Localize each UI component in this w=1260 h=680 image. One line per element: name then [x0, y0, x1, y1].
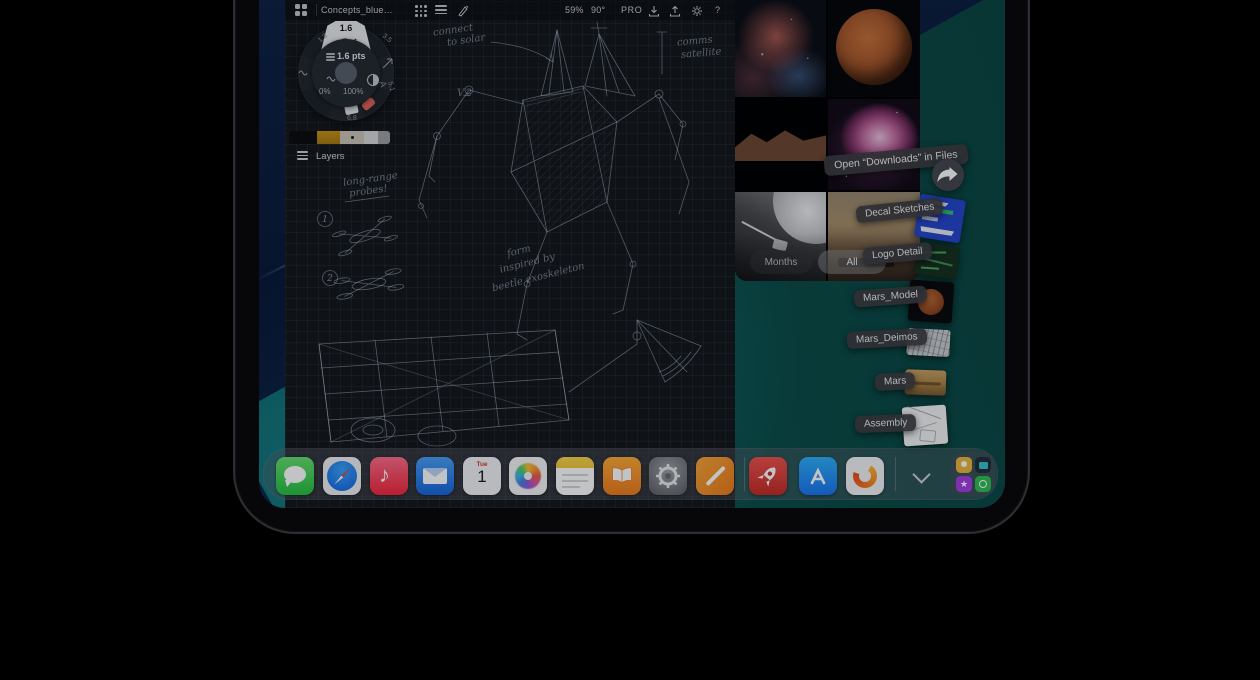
- decal-text-bar-4: [920, 226, 954, 236]
- segment-months-label: Months: [765, 257, 798, 268]
- photos-flower-center: [524, 472, 532, 480]
- swatch-gold[interactable]: [317, 131, 340, 144]
- dock-icon-safari[interactable]: [323, 457, 361, 495]
- selected-swatch-dot: [351, 136, 354, 139]
- segment-all-label: All: [846, 257, 857, 268]
- layers-title: Layers: [316, 151, 345, 162]
- dock-icon-settings[interactable]: [649, 457, 687, 495]
- notes-line-1: [562, 474, 588, 476]
- dock-icon-books[interactable]: [603, 457, 641, 495]
- messages-bubble-tail: [285, 480, 293, 487]
- color-palette-bar[interactable]: [289, 131, 390, 144]
- dock-icon-calendar[interactable]: Tue 1: [463, 457, 501, 495]
- rocket-glyph: [754, 462, 782, 490]
- tool-size-filled[interactable]: 6.8: [347, 115, 357, 122]
- dock-app-library-tile[interactable]: ★: [951, 452, 995, 496]
- dock-icon-rocket[interactable]: [749, 457, 787, 495]
- dock-icon-photos[interactable]: [509, 457, 547, 495]
- layers-panel-header[interactable]: Layers: [297, 151, 345, 162]
- concepts-pen-glyph: [705, 466, 725, 486]
- selected-tool-size: 1.6: [320, 23, 372, 33]
- selection-arrow-icon[interactable]: [382, 57, 394, 69]
- mars-planet-disc: [836, 9, 912, 85]
- logo-scribble-3: [921, 266, 939, 269]
- stroke-width-icon: [326, 53, 335, 62]
- dock-chevron-down-icon[interactable]: [912, 465, 930, 483]
- dock-icon-mail[interactable]: [416, 457, 454, 495]
- dock-icon-music[interactable]: ♪: [370, 457, 408, 495]
- swatch-black[interactable]: [289, 131, 317, 144]
- mail-flap: [423, 468, 447, 477]
- photos-app-window: Months All: [735, 0, 920, 281]
- dock: ♪ Tue 1: [263, 448, 998, 500]
- app-library-star-icon: ★: [956, 476, 972, 492]
- forward-arrow-icon: [932, 159, 964, 191]
- music-note-glyph: ♪: [379, 462, 390, 488]
- stroke-width-value[interactable]: 1.6 pts: [337, 51, 366, 61]
- dock-icon-app-store[interactable]: [799, 457, 837, 495]
- photo-horsehead-nebula[interactable]: [735, 0, 826, 97]
- ipad-screen: 1 2 connect to solar comms satellite V.2…: [259, 0, 1005, 508]
- dock-divider-1: [744, 457, 745, 491]
- dock-icon-concepts[interactable]: [696, 457, 734, 495]
- concepts-app-window: 1 2 connect to solar comms satellite V.2…: [285, 0, 735, 508]
- sketch-marker-1: 1: [322, 215, 328, 225]
- layers-menu-icon: [297, 151, 308, 162]
- segment-months[interactable]: Months: [750, 250, 812, 274]
- share-forward-button[interactable]: [932, 159, 964, 191]
- app-library-podcast-icon: [975, 476, 991, 492]
- app-library-tips-icon: [956, 457, 972, 473]
- tool-wheel-knob[interactable]: [335, 62, 357, 84]
- assembly-sketch-box: [919, 429, 936, 443]
- settings-gear-glyph: [654, 462, 682, 490]
- notes-line-2: [562, 480, 588, 482]
- photo-mars-surface[interactable]: [735, 99, 826, 190]
- swatch-light-gray[interactable]: [364, 131, 378, 144]
- photo-orion-nebula[interactable]: [828, 99, 920, 190]
- notes-line-3: [562, 486, 580, 488]
- opacity-contrast-icon: [367, 74, 379, 86]
- dock-icon-messages[interactable]: [276, 457, 314, 495]
- dock-icon-notes[interactable]: [556, 457, 594, 495]
- drag-label-mars[interactable]: Mars: [875, 372, 916, 391]
- color-c-hole: [859, 470, 871, 482]
- tool-wheel[interactable]: 1.6 1.3 3.5 5.1 6.8 A 1.6 pts 0% 100%: [298, 25, 394, 121]
- app-library-camera-icon: [975, 457, 991, 473]
- mars-ridge: [735, 127, 826, 161]
- photo-mars-globe[interactable]: [828, 0, 920, 97]
- calendar-day: 1: [463, 468, 501, 485]
- soft-pencil-icon[interactable]: [298, 69, 310, 77]
- annotation-version: V.2: [457, 88, 472, 99]
- swatch-gray[interactable]: [378, 131, 390, 144]
- logo-scribble-2: [925, 258, 953, 266]
- dock-icon-color-c[interactable]: [846, 457, 884, 495]
- drag-label-assembly[interactable]: Assembly: [855, 414, 917, 433]
- opacity-min-label: 0%: [319, 87, 331, 96]
- swatch-warm-gray-selected[interactable]: [340, 131, 364, 144]
- books-glyph: [610, 466, 634, 486]
- sketch-marker-2: 2: [326, 274, 333, 284]
- app-store-glyph: [804, 462, 832, 490]
- dock-divider-2: [895, 457, 896, 491]
- notes-header: [556, 457, 594, 468]
- opacity-max-label: 100%: [343, 87, 363, 96]
